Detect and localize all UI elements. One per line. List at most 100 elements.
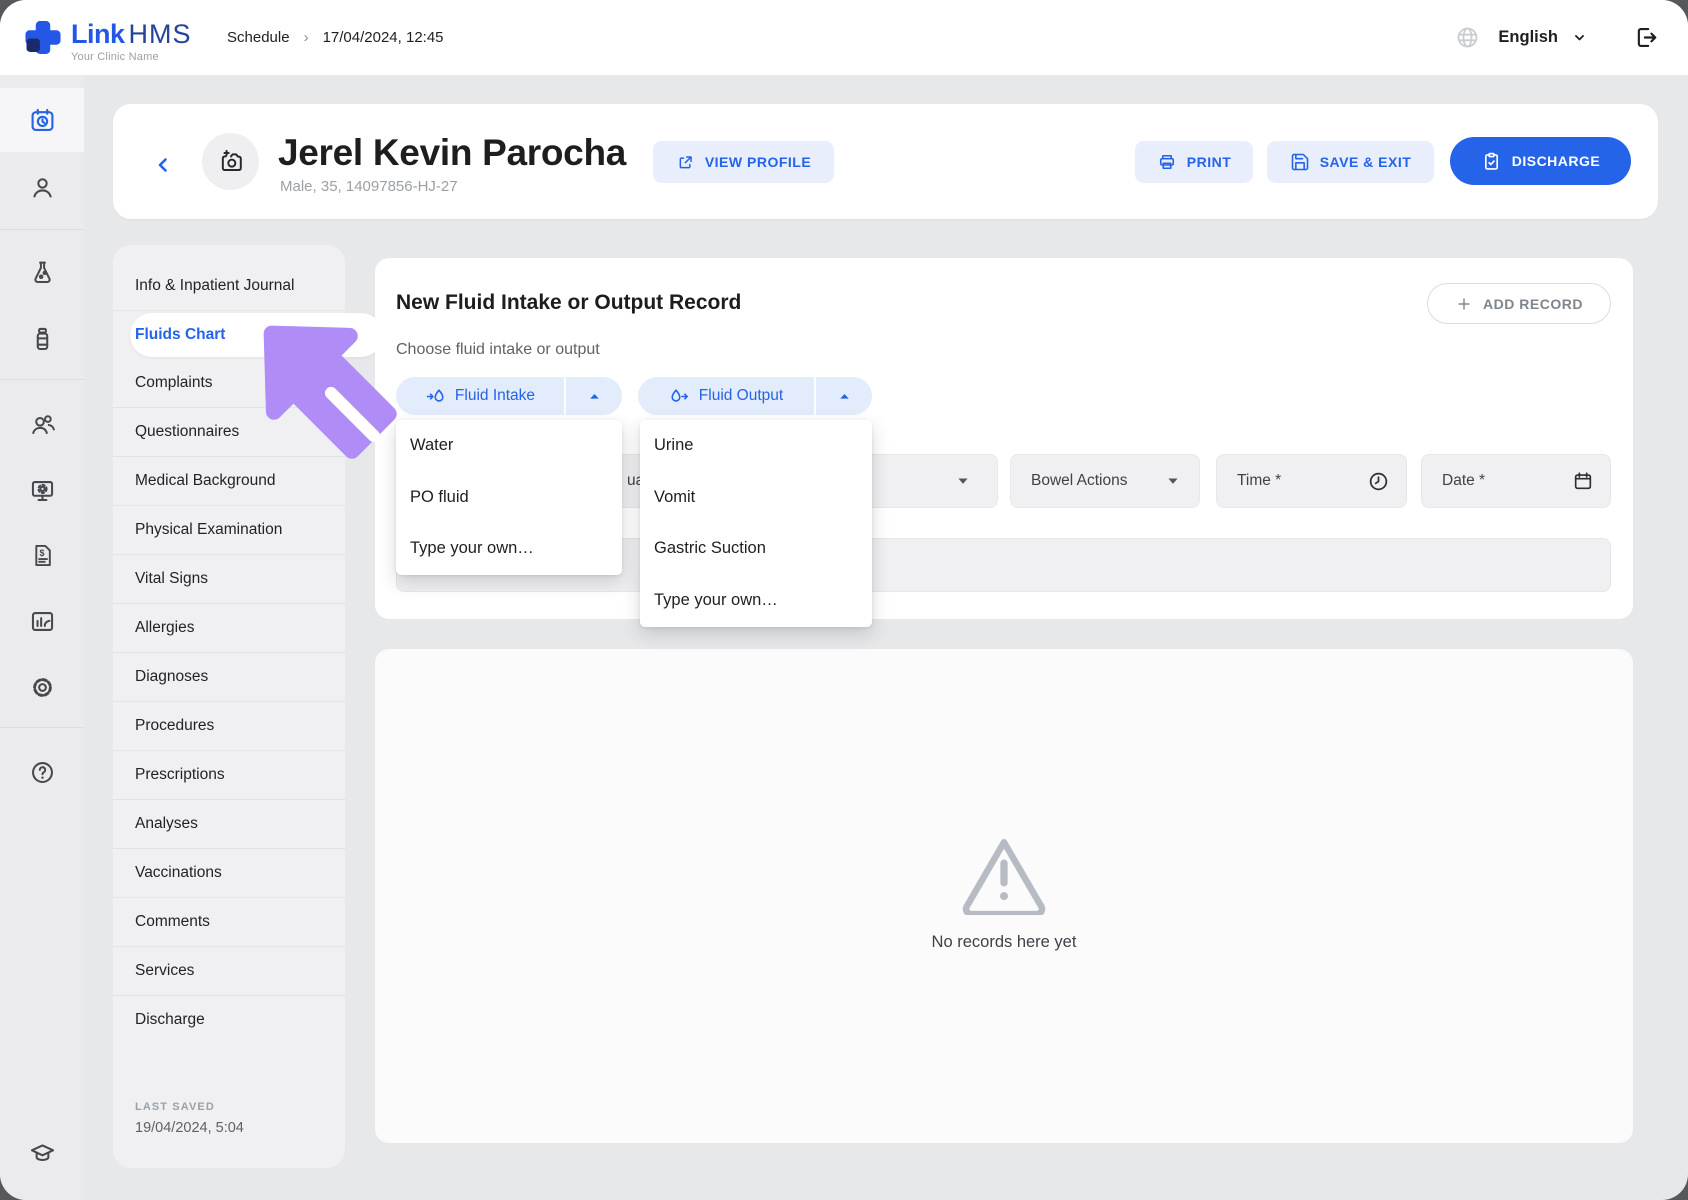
nav-item-complaints[interactable]: Complaints bbox=[113, 359, 345, 407]
fluid-output-split-button: Fluid Output bbox=[638, 377, 872, 415]
fluid-output-label: Fluid Output bbox=[699, 387, 783, 405]
top-bar: LinkHMS Your Clinic Name Schedule › 17/0… bbox=[0, 0, 1688, 76]
nav-item-analyses[interactable]: Analyses bbox=[113, 799, 345, 848]
chevron-down-icon bbox=[1570, 28, 1589, 47]
nav-item-label: Diagnoses bbox=[135, 668, 208, 686]
clinic-tagline: Your Clinic Name bbox=[71, 51, 192, 63]
nav-item-questionnaires[interactable]: Questionnaires bbox=[113, 407, 345, 456]
printer-icon bbox=[1157, 152, 1177, 172]
last-saved-value: 19/04/2024, 5:04 bbox=[135, 1120, 244, 1136]
nav-item-label: Vaccinations bbox=[135, 864, 222, 882]
screen: LinkHMS Your Clinic Name Schedule › 17/0… bbox=[0, 0, 1688, 1200]
add-record-button[interactable]: ADD RECORD bbox=[1427, 283, 1611, 324]
output-option-urine[interactable]: Urine bbox=[640, 420, 872, 472]
add-photo-icon bbox=[217, 148, 245, 176]
brand-name: Link bbox=[71, 19, 125, 49]
output-option-vomit[interactable]: Vomit bbox=[640, 472, 872, 524]
patient-nav-list: Info & Inpatient Journal Fluids Chart Comp… bbox=[113, 262, 345, 1044]
plus-icon bbox=[1455, 295, 1473, 313]
nav-item-label: Info & Inpatient Journal bbox=[135, 277, 294, 295]
last-saved: LAST SAVED 19/04/2024, 5:04 bbox=[135, 1101, 244, 1136]
nav-item-label: Complaints bbox=[135, 374, 213, 392]
save-icon bbox=[1290, 152, 1310, 172]
nav-item-diagnoses[interactable]: Diagnoses bbox=[113, 652, 345, 701]
caret-up-icon bbox=[836, 388, 853, 405]
rail-schedule-calendar-icon[interactable] bbox=[0, 88, 84, 152]
patient-avatar[interactable] bbox=[202, 133, 259, 190]
patient-summary: Male, 35, 14097856-HJ-27 bbox=[280, 178, 458, 195]
patient-header-card: Jerel Kevin Parocha Male, 35, 14097856-H… bbox=[113, 104, 1658, 219]
rail-medications-icon[interactable] bbox=[0, 307, 84, 371]
discharge-button[interactable]: DISCHARGE bbox=[1450, 137, 1631, 185]
output-option-type-your-own[interactable]: Type your own… bbox=[640, 575, 872, 627]
fluid-output-menu: UrineVomitGastric SuctionType your own… bbox=[640, 420, 872, 627]
intake-option-type-your-own[interactable]: Type your own… bbox=[396, 523, 622, 575]
nav-item-medical-background[interactable]: Medical Background bbox=[113, 456, 345, 505]
nav-item-discharge[interactable]: Discharge bbox=[113, 995, 345, 1044]
rail-settings-icon[interactable] bbox=[0, 655, 84, 719]
intake-option-po-fluid[interactable]: PO fluid bbox=[396, 472, 622, 524]
back-button[interactable] bbox=[146, 148, 180, 182]
language-selector[interactable]: English bbox=[1498, 28, 1589, 47]
caret-down-icon bbox=[1163, 471, 1183, 491]
breadcrumb-separator: › bbox=[304, 29, 309, 46]
globe-icon bbox=[1455, 25, 1480, 50]
calendar-icon bbox=[1572, 470, 1594, 492]
droplet-in-icon bbox=[425, 386, 446, 407]
intake-option-water[interactable]: Water bbox=[396, 420, 622, 472]
nav-item-vaccinations[interactable]: Vaccinations bbox=[113, 848, 345, 897]
view-profile-button[interactable]: VIEW PROFILE bbox=[653, 141, 834, 183]
nav-item-info-inpatient-journal[interactable]: Info & Inpatient Journal bbox=[113, 262, 345, 310]
save-exit-button[interactable]: SAVE & EXIT bbox=[1267, 141, 1434, 183]
rail-laboratory-icon[interactable] bbox=[0, 240, 84, 304]
print-label: PRINT bbox=[1187, 154, 1232, 170]
form-title: New Fluid Intake or Output Record bbox=[396, 291, 741, 315]
output-option-gastric-suction[interactable]: Gastric Suction bbox=[640, 523, 872, 575]
app-logo[interactable]: LinkHMS Your Clinic Name bbox=[25, 21, 192, 63]
patient-name: Jerel Kevin Parocha bbox=[278, 132, 626, 174]
rail-patients-icon[interactable] bbox=[0, 155, 84, 219]
rail-help-icon[interactable] bbox=[0, 740, 84, 804]
fluid-output-button[interactable]: Fluid Output bbox=[638, 377, 814, 415]
nav-item-label: Physical Examination bbox=[135, 521, 282, 539]
nav-item-label: Comments bbox=[135, 913, 210, 931]
nav-item-services[interactable]: Services bbox=[113, 946, 345, 995]
date-input[interactable]: Date * bbox=[1421, 454, 1611, 508]
date-label: Date * bbox=[1442, 472, 1485, 490]
time-input[interactable]: Time * bbox=[1216, 454, 1407, 508]
breadcrumb-section[interactable]: Schedule bbox=[227, 29, 290, 46]
nav-item-allergies[interactable]: Allergies bbox=[113, 603, 345, 652]
nav-item-fluids-chart[interactable]: Fluids Chart bbox=[113, 310, 345, 359]
nav-item-label: Vital Signs bbox=[135, 570, 208, 588]
nav-item-label: Medical Background bbox=[135, 472, 275, 490]
rail-workstation-icon[interactable] bbox=[0, 458, 84, 522]
logout-button[interactable] bbox=[1633, 24, 1660, 51]
bowel-actions-select[interactable]: Bowel Actions bbox=[1010, 454, 1200, 508]
bowel-actions-label: Bowel Actions bbox=[1031, 472, 1128, 490]
nav-item-comments[interactable]: Comments bbox=[113, 897, 345, 946]
fluid-output-caret-button[interactable] bbox=[816, 377, 872, 415]
nav-item-label: Fluids Chart bbox=[135, 326, 225, 344]
rail-staff-icon[interactable] bbox=[0, 392, 84, 456]
empty-state-message: No records here yet bbox=[375, 933, 1633, 952]
form-subtitle: Choose fluid intake or output bbox=[396, 341, 600, 359]
nav-item-procedures[interactable]: Procedures bbox=[113, 701, 345, 750]
fluid-intake-split-button: Fluid Intake bbox=[396, 377, 622, 415]
fluid-intake-menu: WaterPO fluidType your own… bbox=[396, 420, 622, 575]
brand-suffix: HMS bbox=[129, 19, 192, 49]
fluid-intake-button[interactable]: Fluid Intake bbox=[396, 377, 564, 415]
nav-item-physical-examination[interactable]: Physical Examination bbox=[113, 505, 345, 554]
rail-education-icon[interactable] bbox=[0, 1121, 84, 1185]
nav-item-label: Questionnaires bbox=[135, 423, 239, 441]
rail-reports-icon[interactable] bbox=[0, 589, 84, 653]
icon-rail: $ bbox=[0, 75, 84, 1200]
nav-item-prescriptions[interactable]: Prescriptions bbox=[113, 750, 345, 799]
rail-billing-icon[interactable]: $ bbox=[0, 523, 84, 587]
nav-item-label: Procedures bbox=[135, 717, 214, 735]
nav-item-vital-signs[interactable]: Vital Signs bbox=[113, 554, 345, 603]
time-label: Time * bbox=[1237, 472, 1281, 490]
fluid-intake-caret-button[interactable] bbox=[566, 377, 622, 415]
caret-up-icon bbox=[586, 388, 603, 405]
logout-icon bbox=[1633, 24, 1660, 51]
print-button[interactable]: PRINT bbox=[1135, 141, 1253, 183]
